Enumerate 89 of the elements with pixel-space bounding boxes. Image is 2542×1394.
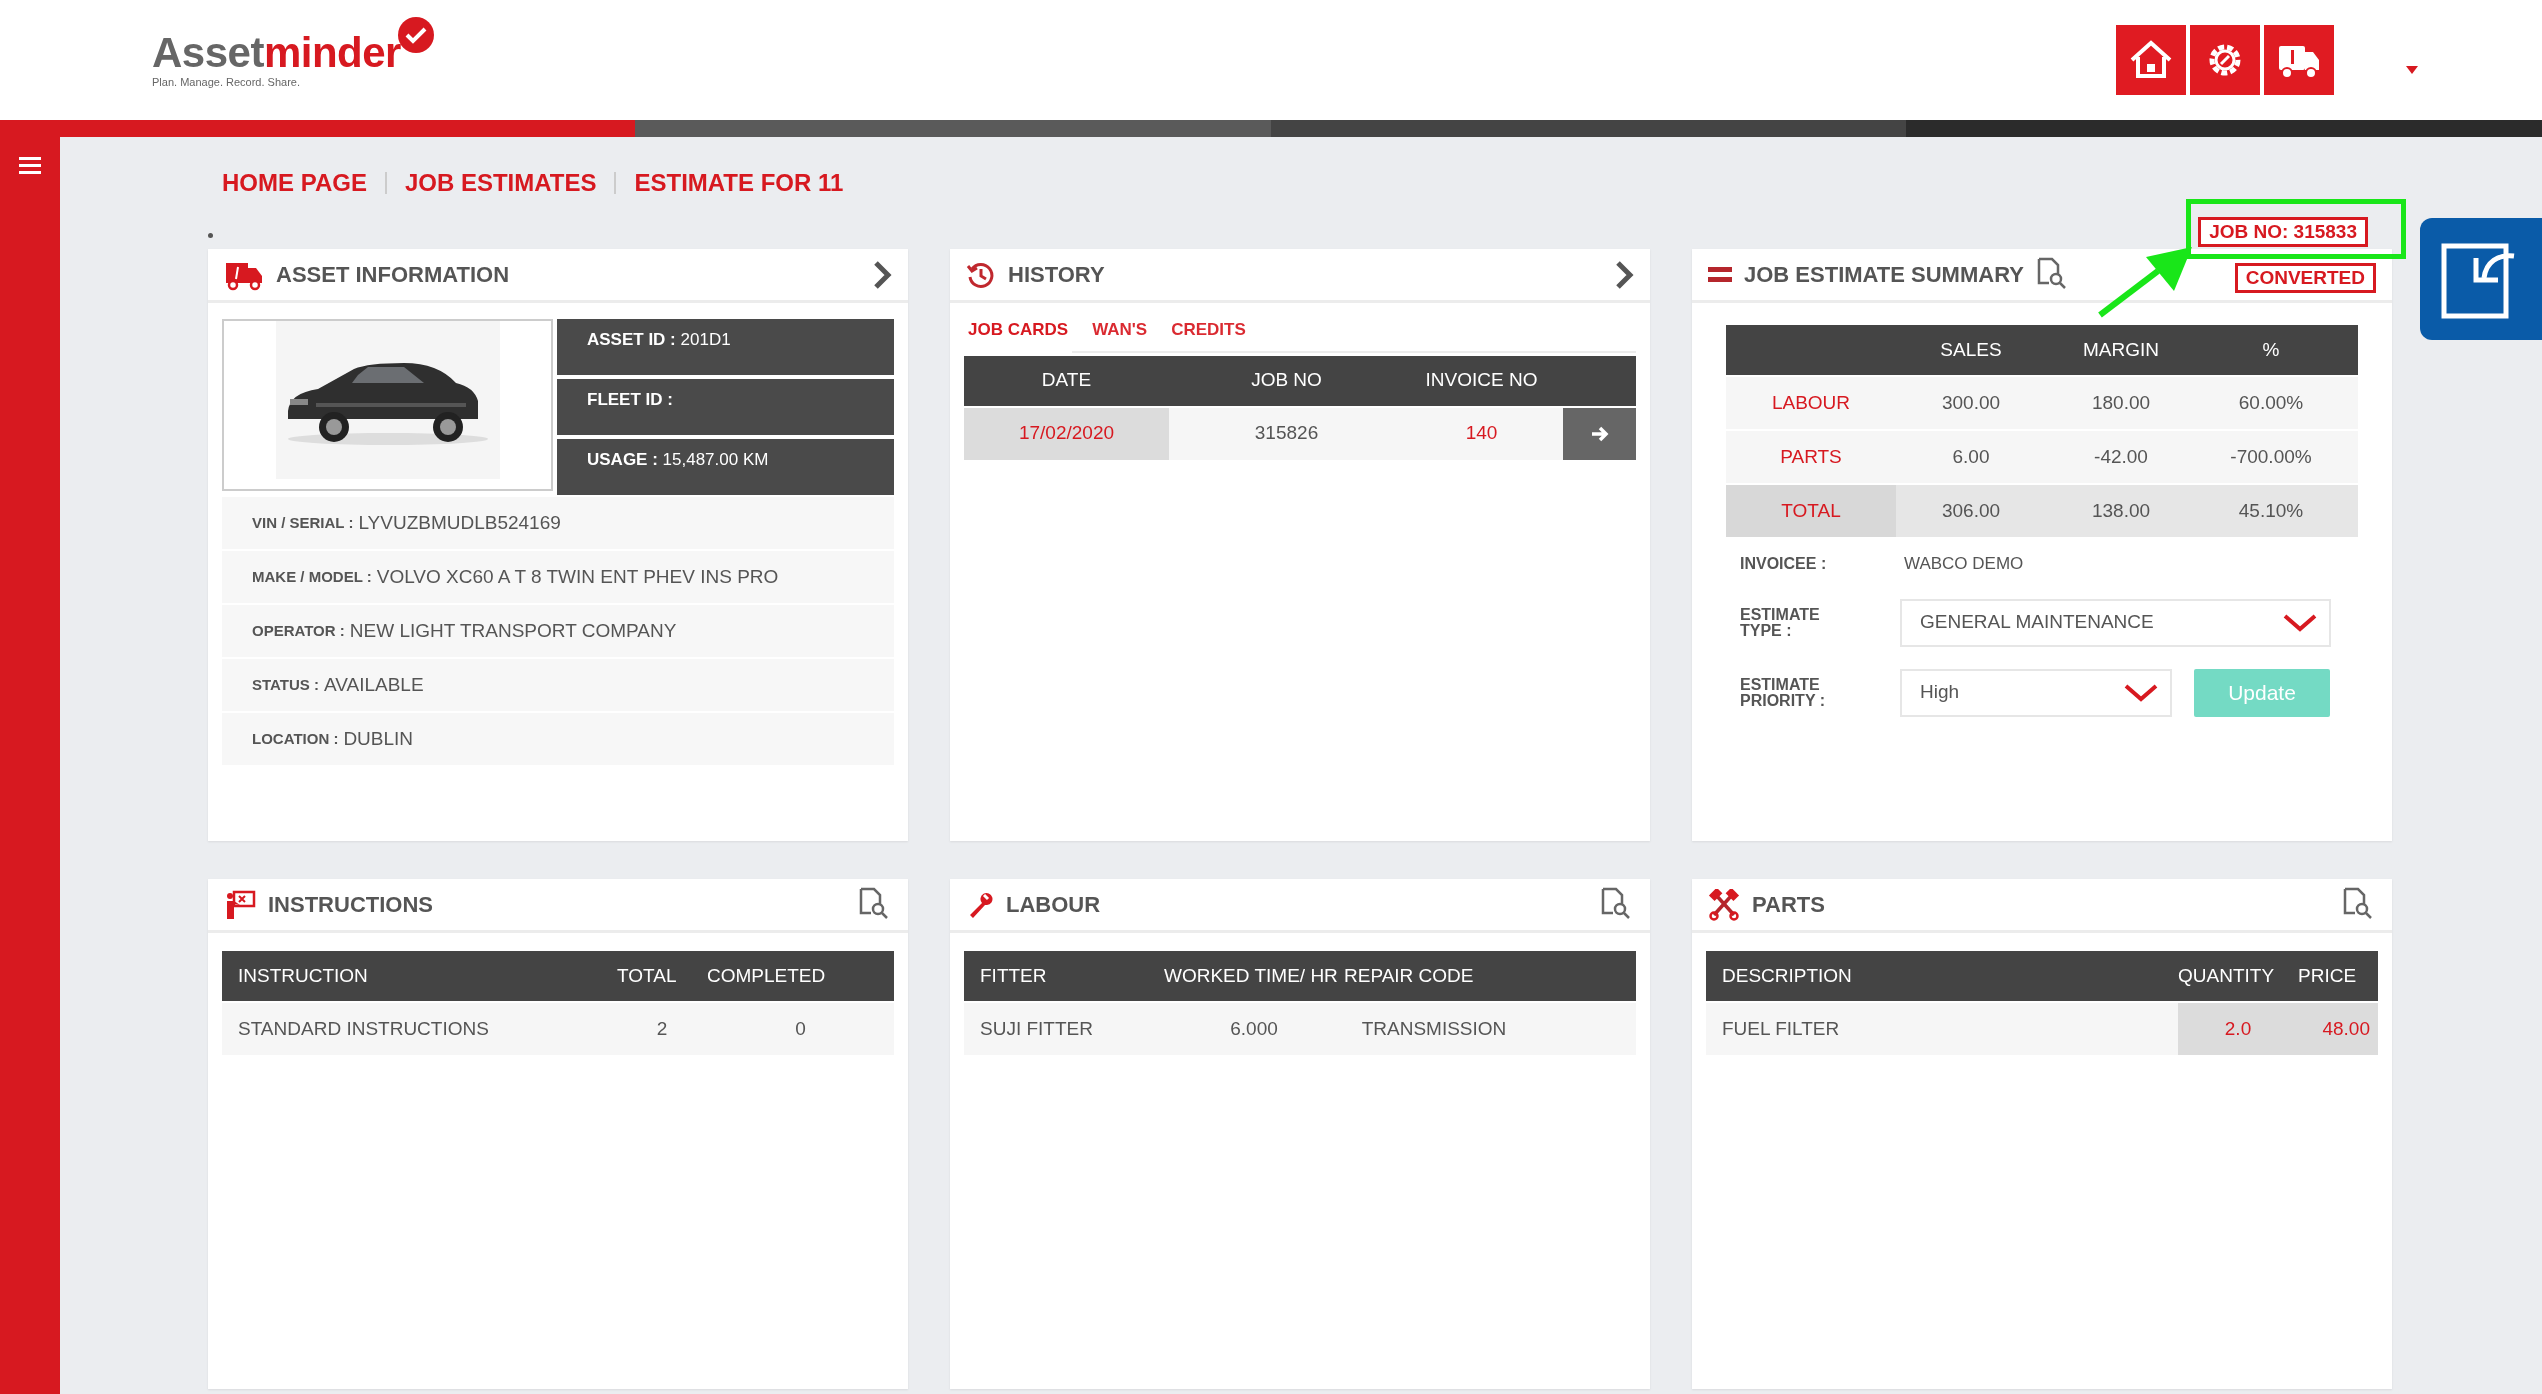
card-title: INSTRUCTIONS: [268, 891, 433, 919]
job-number-tag: JOB NO: 315833: [2198, 217, 2368, 247]
field-label: ESTIMATE TYPE :: [1740, 606, 1821, 639]
detail-label: OPERATOR :: [252, 620, 345, 641]
nav-settings-button[interactable]: [2190, 25, 2260, 95]
logo-tagline: Plan. Manage. Record. Share.: [152, 77, 301, 88]
column-header: WORKED TIME/ HR: [1164, 963, 1339, 988]
export-tab[interactable]: [2420, 218, 2542, 340]
column-header: INVOICE NO: [1424, 368, 1539, 393]
column-header: REPAIR CODE: [1344, 963, 1475, 988]
detail-value: AVAILABLE: [323, 672, 424, 697]
table-cell: 48.00: [2298, 1003, 2378, 1055]
column-header: QUANTITY: [2178, 963, 2276, 988]
select-field[interactable]: High: [1900, 668, 2172, 717]
column-header: DATE: [1040, 368, 1093, 393]
column-header: FITTER: [979, 963, 1048, 988]
asset-field: USAGE : 15,487.00 KM: [557, 439, 894, 495]
table-cell-text: 2: [655, 1016, 669, 1041]
table-cell-text: STANDARD INSTRUCTIONS: [237, 1016, 490, 1041]
column-header: DESCRIPTION: [1721, 963, 1853, 988]
detail-value: DUBLIN: [343, 726, 414, 751]
chevron-right-icon[interactable]: [1614, 260, 1634, 289]
field-label: INVOICEE :: [1740, 555, 1828, 572]
table-cell-text: 180.00: [2090, 390, 2152, 415]
bars-icon: [1708, 266, 1732, 283]
table-cell-text: 60.00%: [2237, 390, 2305, 415]
table-cell-text: 300.00: [1940, 390, 2002, 415]
table-cell-text: FUEL FILTER: [1721, 1016, 1841, 1041]
table-cell-text: -42.00: [2093, 444, 2149, 469]
invoicee-value: WABCO DEMO: [1904, 553, 2024, 575]
table-cell-text: -700.00%: [2229, 444, 2313, 469]
table-cell-text: PARTS: [1779, 444, 1843, 469]
table-cell-text: 0: [794, 1016, 807, 1041]
history-tab[interactable]: WAN'S: [1088, 317, 1152, 351]
detail-value: VOLVO XC60 A T 8 TWIN ENT PHEV INS PRO: [376, 564, 779, 589]
detail-label: MAKE / MODEL :: [252, 566, 372, 587]
card-title: ASSET INFORMATION: [276, 261, 510, 289]
presenter-icon: [224, 888, 256, 921]
table-cell: 17/02/2020: [964, 407, 1169, 460]
menu-icon[interactable]: [19, 157, 41, 175]
arrow-right-icon: [1590, 425, 1609, 442]
select-field[interactable]: GENERAL MAINTENANCE: [1900, 598, 2331, 647]
table-cell-text: 138.00: [2090, 498, 2152, 523]
table-cell-text: SUJI FITTER: [979, 1016, 1094, 1041]
logo-text: Assetminder: [152, 32, 401, 74]
history-tab[interactable]: CREDITS: [1167, 317, 1250, 351]
asset-field: ASSET ID : 201D1: [557, 319, 894, 375]
nav-home-button[interactable]: [2116, 25, 2186, 95]
open-row-button[interactable]: [1563, 407, 1636, 460]
table-cell: 2.0: [2178, 1003, 2298, 1055]
column-header: JOB NO: [1250, 368, 1323, 393]
crossed-pistons-icon: [1708, 888, 1740, 921]
nav-truck-button[interactable]: [2264, 25, 2334, 95]
table-cell-text: TRANSMISSION: [1360, 1016, 1508, 1041]
asset-field: FLEET ID :: [557, 379, 894, 435]
detail-value: NEW LIGHT TRANSPORT COMPANY: [349, 618, 677, 643]
detail-value: LYVUZBMUDLB524169: [358, 510, 561, 535]
chevron-down-icon: [2124, 682, 2158, 703]
table-cell: TOTAL: [1726, 485, 1896, 537]
card-title: HISTORY: [1008, 261, 1105, 289]
column-header: INSTRUCTION: [237, 963, 369, 988]
card-title: PARTS: [1752, 891, 1825, 919]
chevron-right-icon[interactable]: [872, 260, 892, 289]
card-title: LABOUR: [1006, 891, 1101, 919]
table-cell-text: 6.000: [1229, 1016, 1279, 1041]
detail-label: STATUS :: [252, 674, 319, 695]
column-header: SALES: [1939, 337, 2003, 362]
chevron-down-icon: [2283, 612, 2317, 633]
column-header: COMPLETED: [707, 963, 827, 988]
column-header: MARGIN: [2082, 337, 2160, 362]
breadcrumb-link[interactable]: JOB ESTIMATES: [404, 165, 597, 201]
field-label: ESTIMATE PRIORITY :: [1740, 676, 1827, 709]
table-cell-text: 6.00: [1951, 444, 1991, 469]
column-header: %: [2261, 337, 2281, 362]
caret-icon[interactable]: [2406, 66, 2418, 74]
bullet-dot: [208, 233, 213, 238]
breadcrumb-link[interactable]: HOME PAGE: [222, 165, 367, 201]
detail-label: VIN / SERIAL :: [252, 512, 354, 533]
detail-label: LOCATION :: [252, 728, 339, 749]
table-cell-text: 140: [1464, 421, 1499, 446]
table-cell-text: 306.00: [1940, 498, 2002, 523]
status-tag: CONVERTED: [2234, 263, 2376, 293]
breadcrumb-link[interactable]: ESTIMATE FOR 11: [634, 165, 844, 201]
column-header: TOTAL: [617, 963, 678, 988]
table-cell-text: 45.10%: [2237, 498, 2305, 523]
column-header: PRICE: [2298, 963, 2358, 988]
card-title: JOB ESTIMATE SUMMARY: [1744, 261, 2024, 289]
table-cell-text: LABOUR: [1770, 390, 1852, 415]
table-cell-text: 315826: [1253, 421, 1320, 446]
